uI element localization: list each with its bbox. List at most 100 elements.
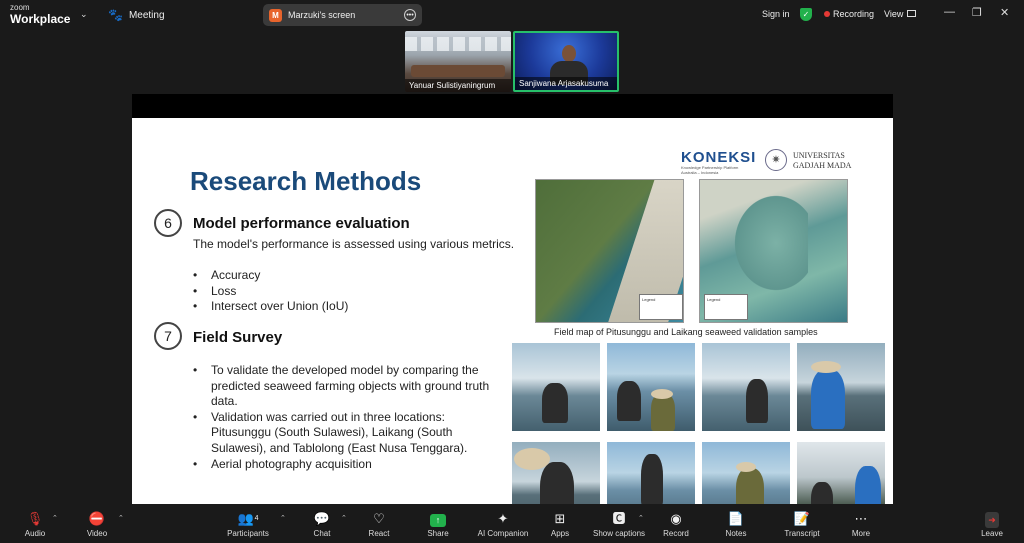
- meeting-label: Meeting: [128, 9, 165, 21]
- brand-small: zoom: [10, 3, 30, 12]
- share-button[interactable]: ↑ Share: [408, 510, 468, 538]
- apps-button[interactable]: ⊞ Apps: [530, 510, 590, 538]
- apps-icon: ⊞: [554, 511, 566, 526]
- heart-icon: ♡: [373, 511, 385, 526]
- participants-count: 4: [254, 515, 259, 522]
- list-item: Accuracy: [193, 268, 523, 284]
- room-table: [411, 65, 505, 77]
- view-button[interactable]: View: [884, 9, 903, 19]
- recording-label: Recording: [833, 9, 875, 19]
- leave-icon: ➜: [962, 510, 1022, 528]
- recording-indicator[interactable]: Recording: [824, 9, 874, 19]
- sharer-avatar: M: [269, 8, 282, 22]
- chevron-up-icon[interactable]: ⌃: [280, 514, 286, 522]
- chevron-up-icon[interactable]: ⌃: [341, 514, 347, 522]
- ugm-seal-icon: ✷: [765, 149, 787, 171]
- shared-screen-border: [132, 94, 893, 118]
- transcript-label: Transcript: [784, 529, 820, 538]
- share-arrow-icon: ↑: [430, 514, 446, 527]
- ai-companion-button[interactable]: ✦ AI Companion: [473, 510, 533, 538]
- participants-label: Participants: [227, 529, 269, 538]
- field-photo: [702, 343, 790, 431]
- section-heading: Model performance evaluation: [193, 215, 410, 232]
- notes-icon: 📄: [727, 511, 745, 526]
- koneksi-logo: KONEKSI: [681, 149, 757, 166]
- show-captions-label: Show captions: [592, 529, 646, 538]
- sign-in-link[interactable]: Sign in: [762, 9, 790, 19]
- photo-person: [811, 369, 845, 429]
- map-legend: Legend: [639, 294, 683, 320]
- photo-hat: [811, 361, 841, 373]
- react-label: React: [368, 529, 390, 538]
- photo-person: [855, 466, 881, 504]
- legend-title: Legend: [707, 297, 721, 302]
- field-photo: [797, 343, 885, 431]
- more-button[interactable]: ⋯ More: [831, 510, 891, 538]
- photo-person: [641, 454, 663, 504]
- more-options-icon[interactable]: •••: [404, 9, 416, 21]
- photo-person: [746, 379, 768, 423]
- section-number-badge: 7: [154, 322, 182, 350]
- leave-door-icon: ➜: [985, 512, 999, 528]
- photo-person: [540, 462, 574, 504]
- koneksi-tagline: Knowledge Partnership Platform Australia…: [681, 165, 739, 175]
- ugm-line1: UNIVERSITAS: [793, 151, 845, 160]
- more-label: More: [851, 529, 871, 538]
- screen-share-pill[interactable]: M Marzuki's screen •••: [263, 4, 422, 26]
- field-photo: [607, 442, 695, 504]
- meeting-button[interactable]: 🐾 Meeting: [108, 8, 165, 22]
- chevron-up-icon[interactable]: ⌃: [52, 514, 58, 522]
- speaker-head: [562, 45, 576, 62]
- chevron-up-icon[interactable]: ⌃: [118, 514, 124, 522]
- screen-share-label: Marzuki's screen: [288, 10, 356, 20]
- chevron-down-icon[interactable]: ⌄: [80, 9, 88, 20]
- slide-title: Research Methods: [190, 166, 422, 196]
- record-button[interactable]: ◉ Record: [646, 510, 706, 538]
- map-legend: Legend: [704, 294, 748, 320]
- more-icon: ⋯: [854, 511, 868, 526]
- photo-person: [736, 468, 764, 504]
- transcript-icon: 📝: [793, 511, 811, 526]
- leave-button[interactable]: ➜ Leave: [962, 510, 1022, 538]
- record-label: Record: [663, 529, 689, 538]
- map-caption: Field map of Pitusunggu and Laikang seaw…: [554, 327, 818, 337]
- laikang-map: Legend: [699, 179, 848, 323]
- section-heading: Field Survey: [193, 329, 283, 346]
- notes-label: Notes: [725, 529, 747, 538]
- restore-icon[interactable]: ❐: [972, 6, 982, 19]
- security-shield-icon[interactable]: ✓: [800, 8, 812, 21]
- photo-person: [542, 383, 568, 423]
- field-photo: [702, 442, 790, 504]
- active-speaker-video-tile[interactable]: Sanjiwana Arjasakusuma: [513, 31, 619, 92]
- chevron-up-icon[interactable]: ⌃: [638, 514, 644, 522]
- zoom-window: zoom Workplace ⌄ 🐾 Meeting M Marzuki's s…: [0, 0, 1024, 543]
- photo-hat: [736, 462, 756, 472]
- minimize-icon[interactable]: —: [944, 6, 955, 18]
- participant-video-tile[interactable]: Yanuar Sulistiyaningrum: [405, 31, 511, 92]
- grid-view-icon[interactable]: [907, 10, 916, 17]
- sparkle-icon: ✦: [497, 511, 509, 526]
- record-icon: ◉: [670, 511, 682, 526]
- apps-label: Apps: [550, 529, 570, 538]
- photo-person: [811, 482, 833, 504]
- paw-icon: 🐾: [108, 8, 123, 22]
- zoom-workplace-logo[interactable]: zoom Workplace: [10, 3, 71, 26]
- ugm-line2: GADJAH MADA: [793, 160, 852, 170]
- list-item: To validate the developed model by compa…: [193, 363, 503, 410]
- shared-slide: Research Methods KONEKSI Knowledge Partn…: [132, 118, 893, 504]
- photo-person: [617, 381, 641, 421]
- list-item: Validation was carried out in three loca…: [193, 410, 503, 457]
- react-button[interactable]: ♡ React: [349, 510, 409, 538]
- participants-button[interactable]: 👥4 Participants: [218, 510, 278, 538]
- brand-big: Workplace: [10, 12, 71, 26]
- notes-button[interactable]: 📄 Notes: [706, 510, 766, 538]
- list-item: Loss: [193, 284, 523, 300]
- list-item: Aerial photography acquisition: [193, 457, 503, 473]
- field-photo: [797, 442, 885, 504]
- meeting-toolbar: 🎙 Audio ⌃ ⛔ Video ⌃ 👥4 Participants ⌃ 💬 …: [0, 504, 1024, 543]
- participants-icon: 👥4: [237, 511, 259, 526]
- transcript-button[interactable]: 📝 Transcript: [772, 510, 832, 538]
- close-icon[interactable]: ✕: [1000, 6, 1009, 19]
- field-photo: [512, 442, 600, 504]
- field-photo: [512, 343, 600, 431]
